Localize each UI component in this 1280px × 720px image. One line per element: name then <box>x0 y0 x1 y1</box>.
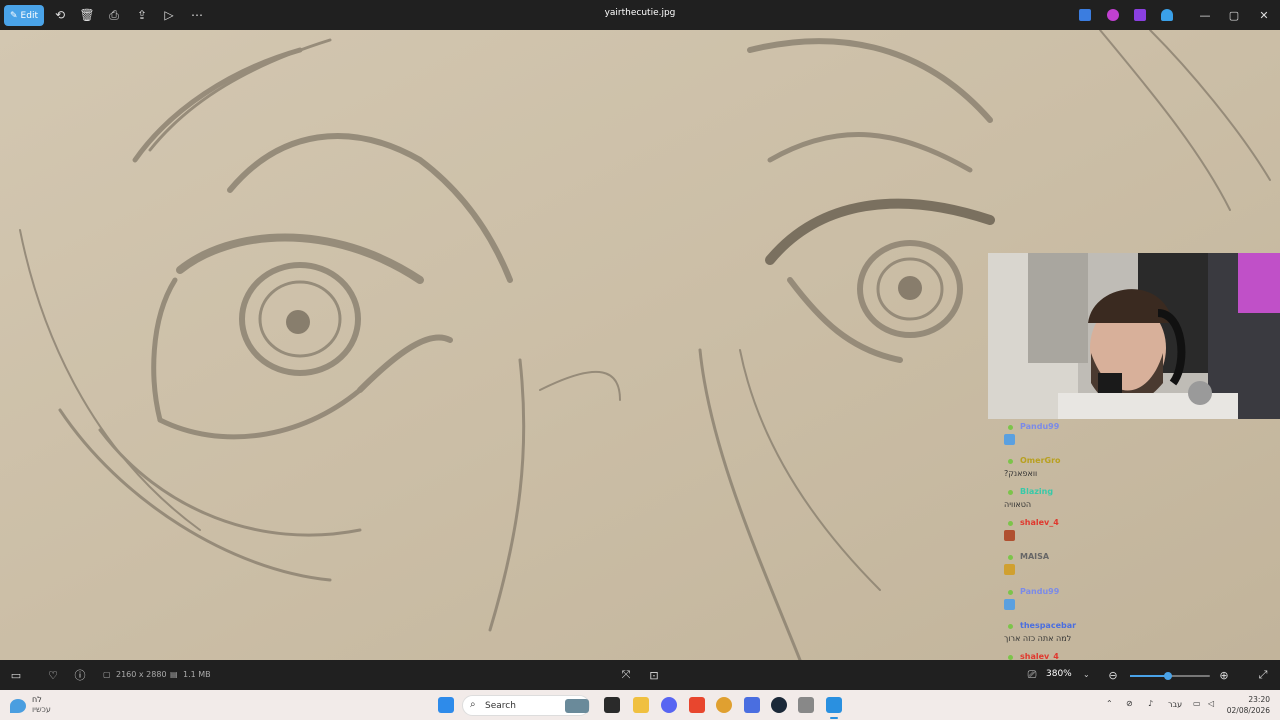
network-icon[interactable]: ▭ <box>1193 699 1201 708</box>
weather-drop-icon <box>10 699 26 713</box>
viewer-bottom-bar: ▭ ♡ ⓘ ▢ 2160 x 2880 ▤ 1.1 MB ⤧ ⊡ ⎚ 380% … <box>0 660 1280 690</box>
brave-icon[interactable] <box>689 697 705 713</box>
slideshow-icon[interactable]: ▷ <box>161 7 177 23</box>
chat-message: Pandu99 <box>1000 585 1280 619</box>
chat-username: Pandu99 <box>1020 587 1060 596</box>
zoom-in-icon[interactable]: ⊕ <box>1217 668 1231 682</box>
delete-icon[interactable]: 🗑 <box>79 7 95 23</box>
chevron-up-icon[interactable]: ⌃ <box>1106 699 1113 708</box>
badge-icon <box>1008 624 1013 629</box>
chat-message: shalev_4 <box>1000 650 1280 660</box>
chat-message: Pandu99 <box>1000 420 1280 454</box>
fullscreen-icon[interactable]: ⤢ <box>1256 668 1270 682</box>
discord-icon[interactable] <box>661 697 677 713</box>
screen-icon[interactable]: ⎚ <box>1025 668 1039 682</box>
app-tray-icon[interactable] <box>1107 9 1119 21</box>
chat-message: OmerGro וואפאנק? <box>1000 454 1280 485</box>
windows-start-icon[interactable] <box>438 697 454 713</box>
chevron-down-icon[interactable]: ⌄ <box>1083 670 1090 679</box>
location-off-icon[interactable]: ⊘ <box>1126 699 1133 708</box>
actual-size-icon[interactable]: ⊡ <box>647 668 661 682</box>
steam-icon[interactable] <box>771 697 787 713</box>
share-icon[interactable]: ⇪ <box>134 7 150 23</box>
streamer-webcam <box>988 253 1280 419</box>
badge-icon <box>1008 425 1013 430</box>
microphone-icon[interactable]: ♪ <box>1148 699 1153 708</box>
photos-icon[interactable] <box>826 697 842 713</box>
print-icon[interactable]: ⎙ <box>106 7 122 23</box>
minimize-icon[interactable]: — <box>1196 6 1214 24</box>
volume-icon[interactable]: ◁ <box>1208 699 1214 708</box>
app-tray-icon[interactable] <box>1134 9 1146 21</box>
badge-icon <box>1008 555 1013 560</box>
dimensions-icon: ▢ <box>103 670 111 679</box>
emote-icon <box>1004 599 1015 610</box>
zoom-slider-thumb[interactable] <box>1163 672 1172 680</box>
onedrive-icon[interactable] <box>1161 9 1173 21</box>
zoom-out-icon[interactable]: ⊖ <box>1106 668 1120 682</box>
image-dimensions: 2160 x 2880 <box>116 670 167 679</box>
file-explorer-icon[interactable] <box>633 697 649 713</box>
app-tray-icon[interactable] <box>1079 9 1091 21</box>
edit-button[interactable]: ✎ Edit <box>4 5 44 26</box>
badge-icon <box>1008 459 1013 464</box>
chat-username: Pandu99 <box>1020 422 1060 431</box>
chat-username: thespacebar <box>1020 621 1077 630</box>
chat-message: thespacebar למה אתה כזה ארוך <box>1000 619 1280 650</box>
fit-to-window-icon[interactable]: ⤧ <box>619 668 633 682</box>
app-icon[interactable] <box>744 697 760 713</box>
chat-username: shalev_4 <box>1020 518 1059 527</box>
title-bar: ✎ Edit ⟲ 🗑 ⎙ ⇪ ▷ ⋯ yairthecutie.jpg — ▢ … <box>0 0 1280 30</box>
windows-taskbar: לח עכשיו ⌕ Search ⌃ ⊘ ♪ עבר ▭ ◁ 23:20 02… <box>0 690 1280 720</box>
zoom-slider-fill <box>1130 675 1168 677</box>
edit-label: Edit <box>20 10 38 21</box>
file-size-icon: ▤ <box>170 670 178 679</box>
maximize-icon[interactable]: ▢ <box>1225 6 1243 24</box>
stream-chat: Pandu99 OmerGro וואפאנק? Blazing הטאוויה… <box>1000 420 1280 660</box>
search-highlight-icon <box>565 699 589 713</box>
chat-username: MAISA <box>1020 552 1050 561</box>
emote-icon <box>1004 434 1015 445</box>
chrome-icon[interactable] <box>716 697 732 713</box>
chat-text: הטאוויה <box>1004 500 1032 509</box>
obs-icon[interactable] <box>798 697 814 713</box>
chat-message: Blazing הטאוויה <box>1000 485 1280 516</box>
chat-username: OmerGro <box>1020 456 1061 465</box>
chat-message: MAISA <box>1000 550 1280 585</box>
badge-icon <box>1008 521 1013 526</box>
zoom-slider[interactable] <box>1130 672 1210 680</box>
emote-icon <box>1004 530 1015 541</box>
emote-icon <box>1004 564 1015 575</box>
favorite-icon[interactable]: ♡ <box>46 668 60 682</box>
taskbar-search[interactable]: ⌕ Search <box>462 695 590 716</box>
search-icon: ⌕ <box>470 699 476 710</box>
weather-line2: עכשיו <box>32 705 51 714</box>
clock[interactable]: 23:20 02/08/2026 <box>1222 694 1270 716</box>
more-icon[interactable]: ⋯ <box>189 7 205 23</box>
language-indicator[interactable]: עבר <box>1168 700 1182 709</box>
badge-icon <box>1008 490 1013 495</box>
search-placeholder: Search <box>485 701 516 711</box>
chat-message: shalev_4 <box>1000 516 1280 550</box>
file-size: 1.1 MB <box>183 670 211 679</box>
task-view-icon[interactable] <box>604 697 620 713</box>
webcam-overlay <box>988 253 1280 419</box>
chat-username: Blazing <box>1020 487 1054 496</box>
rotate-icon[interactable]: ⟲ <box>52 7 68 23</box>
edit-icon: ✎ <box>10 10 18 21</box>
weather-line1: לח <box>32 695 42 704</box>
chat-text: וואפאנק? <box>1004 469 1038 478</box>
info-icon[interactable]: ⓘ <box>73 668 87 682</box>
badge-icon <box>1008 590 1013 595</box>
zoom-level[interactable]: 380% <box>1046 669 1072 679</box>
close-icon[interactable]: ✕ <box>1255 6 1273 24</box>
chat-text: למה אתה כזה ארוך <box>1004 634 1072 643</box>
clock-time: 23:20 <box>1248 695 1270 704</box>
clock-date: 02/08/2026 <box>1226 706 1270 715</box>
filmstrip-icon[interactable]: ▭ <box>9 668 23 682</box>
active-app-indicator <box>830 717 838 719</box>
chat-username: shalev_4 <box>1020 652 1059 660</box>
